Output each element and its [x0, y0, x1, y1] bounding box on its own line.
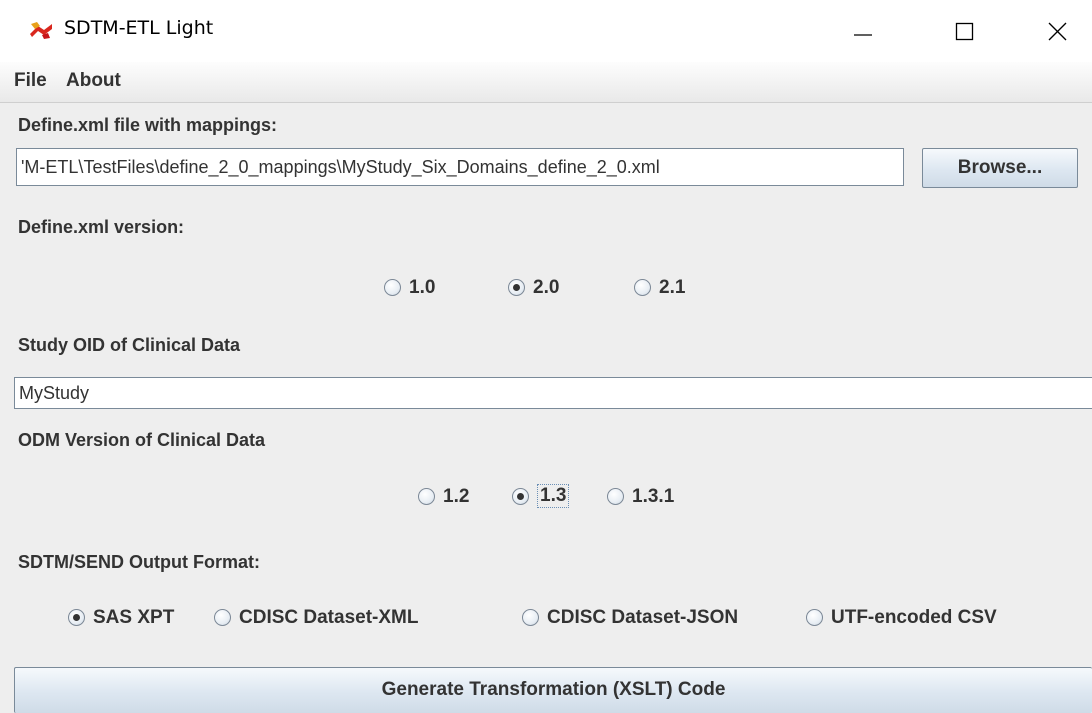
radio-circle-selected-icon	[68, 609, 85, 626]
output-format-radio-group: SAS XPT CDISC Dataset-XML CDISC Dataset-…	[68, 604, 1058, 634]
study-oid-input[interactable]: MyStudy	[14, 377, 1092, 409]
odm-version-radio-1-3[interactable]: 1.3	[512, 483, 592, 513]
browse-button[interactable]: Browse...	[922, 148, 1078, 188]
radio-label: 1.3	[536, 484, 570, 508]
radio-label: 2.1	[659, 277, 686, 298]
radio-label: 1.0	[409, 277, 436, 298]
output-format-radio-sas-xpt[interactable]: SAS XPT	[68, 604, 208, 634]
radio-circle-icon	[607, 488, 624, 505]
radio-circle-icon	[634, 279, 651, 296]
close-button[interactable]	[1022, 0, 1092, 62]
output-format-radio-dataset-json[interactable]: CDISC Dataset-JSON	[522, 604, 812, 634]
radio-circle-icon	[418, 488, 435, 505]
output-format-radio-dataset-xml[interactable]: CDISC Dataset-XML	[214, 604, 504, 634]
output-format-radio-csv[interactable]: UTF-encoded CSV	[806, 604, 1056, 634]
radio-label: UTF-encoded CSV	[831, 607, 997, 628]
window-title: SDTM-ETL Light	[64, 17, 214, 39]
app-logo-icon	[30, 22, 52, 39]
radio-label: CDISC Dataset-XML	[239, 607, 419, 628]
radio-circle-icon	[522, 609, 539, 626]
odm-version-label: ODM Version of Clinical Data	[18, 430, 266, 450]
odm-version-radio-1-2[interactable]: 1.2	[418, 483, 488, 513]
radio-circle-selected-icon	[512, 488, 529, 505]
maximize-icon	[955, 22, 974, 41]
define-file-path-text: 'M-ETL\TestFiles\define_2_0_mappings\MyS…	[21, 157, 660, 177]
define-version-radio-1-0[interactable]: 1.0	[384, 274, 454, 304]
define-file-path-input[interactable]: 'M-ETL\TestFiles\define_2_0_mappings\MyS…	[16, 148, 904, 186]
maximize-button[interactable]	[930, 0, 1000, 62]
define-version-label: Define.xml version:	[18, 217, 185, 237]
menu-file[interactable]: File	[14, 70, 47, 92]
close-icon	[1048, 22, 1067, 41]
radio-label: CDISC Dataset-JSON	[547, 607, 739, 628]
radio-label: 2.0	[533, 277, 560, 298]
minimize-icon	[854, 34, 872, 36]
menu-bar: File About	[0, 62, 1092, 103]
radio-label: 1.3.1	[632, 486, 675, 507]
define-version-radio-group: 1.0 2.0 2.1	[384, 274, 704, 304]
study-oid-label: Study OID of Clinical Data	[18, 335, 241, 355]
menu-about[interactable]: About	[66, 70, 121, 92]
radio-label: SAS XPT	[93, 607, 175, 628]
define-version-radio-2-1[interactable]: 2.1	[634, 274, 704, 304]
radio-label: 1.2	[443, 486, 470, 507]
generate-xslt-button[interactable]: Generate Transformation (XSLT) Code	[14, 667, 1092, 713]
radio-circle-selected-icon	[508, 279, 525, 296]
minimize-button[interactable]	[828, 0, 898, 62]
radio-circle-icon	[384, 279, 401, 296]
output-format-label: SDTM/SEND Output Format:	[18, 552, 260, 572]
define-version-radio-2-0[interactable]: 2.0	[508, 274, 578, 304]
radio-circle-icon	[806, 609, 823, 626]
odm-version-radio-1-3-1[interactable]: 1.3.1	[607, 483, 697, 513]
odm-version-radio-group: 1.2 1.3 1.3.1	[418, 483, 708, 513]
title-bar: SDTM-ETL Light	[0, 0, 1092, 62]
define-file-label: Define.xml file with mappings:	[18, 115, 278, 135]
radio-circle-icon	[214, 609, 231, 626]
